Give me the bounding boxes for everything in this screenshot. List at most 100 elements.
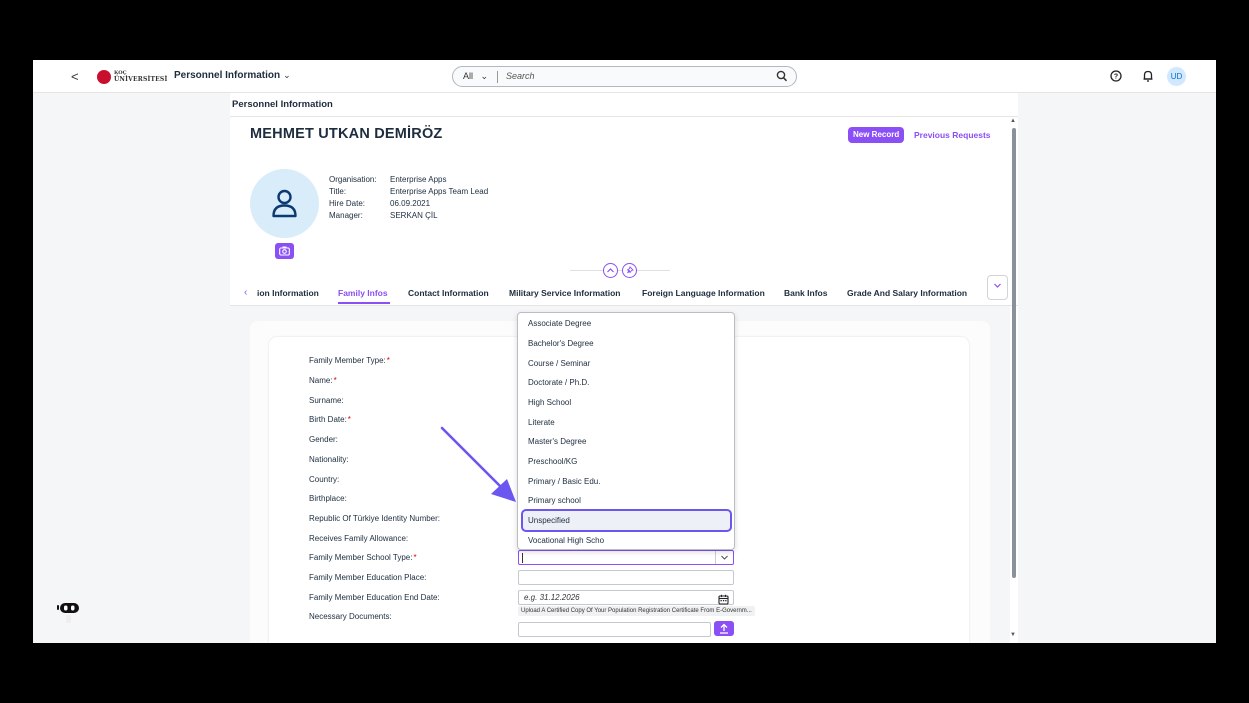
change-photo-button[interactable] xyxy=(275,243,294,259)
field-label-text: Birth Date: xyxy=(309,415,347,424)
scroll-down-icon[interactable]: ▼ xyxy=(1010,632,1016,638)
app-screen: < KOÇ ÜNİVERSİTESİ Personnel Information… xyxy=(33,60,1216,643)
logo-line-2: ÜNİVERSİTESİ xyxy=(114,76,168,83)
chevron-down-icon xyxy=(721,555,728,560)
tab-grade-and-salary-information[interactable]: Grade And Salary Information xyxy=(847,288,967,298)
option-associate-degree[interactable]: Associate Degree xyxy=(528,319,591,328)
page-breadcrumb: Personnel Information xyxy=(232,99,333,110)
label-education-end-date: Family Member Education End Date: xyxy=(309,593,440,602)
required-marker: * xyxy=(333,376,337,385)
shell-bar: < KOÇ ÜNİVERSİTESİ Personnel Information… xyxy=(33,60,1216,93)
label-nationality: Nationality: xyxy=(309,455,349,464)
scroll-up-icon[interactable]: ▲ xyxy=(1010,118,1016,124)
option-high-school[interactable]: High School xyxy=(528,398,571,407)
search-icon[interactable] xyxy=(776,69,788,88)
info-value: Enterprise Apps Team Lead xyxy=(390,187,489,196)
svg-text:?: ? xyxy=(1114,74,1118,81)
label-necessary-documents: Necessary Documents: xyxy=(309,612,392,621)
tab-education-information[interactable]: ion Information xyxy=(257,288,319,298)
option-doctorate[interactable]: Doctorate / Ph.D. xyxy=(528,378,589,387)
collapse-header-button[interactable] xyxy=(603,263,618,278)
university-logo[interactable]: KOÇ ÜNİVERSİTESİ xyxy=(97,69,167,85)
back-icon[interactable]: < xyxy=(71,69,79,84)
search-scope-label: All xyxy=(463,71,474,81)
option-preschool-kg[interactable]: Preschool/KG xyxy=(528,457,577,466)
info-label: Organisation: xyxy=(329,175,377,184)
app-title: Personnel Information xyxy=(174,70,281,81)
label-family-allowance: Receives Family Allowance: xyxy=(309,534,409,543)
user-avatar[interactable]: UD xyxy=(1167,67,1186,86)
search-scope-select[interactable]: All ⌄ xyxy=(463,71,488,82)
logo-emblem-icon xyxy=(97,70,111,84)
page-scrollbar[interactable]: ▲ ▼ xyxy=(1010,118,1017,643)
camera-icon xyxy=(279,246,290,256)
pin-icon xyxy=(626,266,634,274)
person-icon xyxy=(272,189,297,218)
education-end-date-input[interactable]: e.g. 31.12.2026 xyxy=(518,590,734,605)
dropdown-toggle[interactable] xyxy=(715,551,733,564)
text-cursor xyxy=(522,553,523,563)
search-input[interactable]: Search xyxy=(506,71,535,81)
tab-scroll-left-icon[interactable]: ‹ xyxy=(244,287,247,298)
header-collapse-line xyxy=(570,270,670,271)
previous-requests-link[interactable]: Previous Requests xyxy=(914,130,991,140)
school-type-select[interactable] xyxy=(518,550,734,565)
upload-hint: Upload A Certified Copy Of Your Populati… xyxy=(518,606,755,616)
app-title-menu[interactable]: Personnel Information ⌄ xyxy=(174,70,291,81)
search-separator xyxy=(497,71,498,83)
upload-button[interactable] xyxy=(714,621,734,636)
info-label: Hire Date: xyxy=(329,199,366,208)
divider xyxy=(230,116,1018,117)
field-label-text: Name: xyxy=(309,376,333,385)
active-tab-indicator xyxy=(338,302,390,304)
annotation-arrow-icon xyxy=(440,426,516,502)
field-label-text: Family Member School Type: xyxy=(309,553,413,562)
label-identity-number: Republic Of Türkiye Identity Number: xyxy=(309,514,441,523)
option-masters-degree[interactable]: Master's Degree xyxy=(528,437,586,446)
chevron-down-icon: ⌄ xyxy=(283,70,291,80)
employee-name: MEHMET UTKAN DEMİRÖZ xyxy=(250,126,443,142)
tab-foreign-language-information[interactable]: Foreign Language Information xyxy=(642,288,765,298)
school-type-dropdown: Associate Degree Bachelor's Degree Cours… xyxy=(517,312,735,550)
document-file-input[interactable] xyxy=(518,622,711,637)
info-label: Title: xyxy=(329,187,347,196)
profile-photo xyxy=(250,169,319,238)
date-placeholder: e.g. 31.12.2026 xyxy=(524,593,580,602)
option-primary-school[interactable]: Primary school xyxy=(528,496,581,505)
label-education-place: Family Member Education Place: xyxy=(309,573,427,582)
label-name: Name:* xyxy=(309,376,337,385)
bell-icon[interactable] xyxy=(1141,67,1155,90)
chevron-down-icon xyxy=(994,283,1001,288)
label-birth-date: Birth Date:* xyxy=(309,415,351,424)
assistant-mascot-icon[interactable] xyxy=(56,602,82,624)
label-family-member-type: Family Member Type:* xyxy=(309,356,390,365)
info-value: 06.09.2021 xyxy=(390,199,431,208)
option-primary-basic-edu[interactable]: Primary / Basic Edu. xyxy=(528,477,600,486)
tab-bank-infos[interactable]: Bank Infos xyxy=(784,288,827,298)
field-label-text: Family Member Type: xyxy=(309,356,386,365)
tab-family-infos[interactable]: Family Infos xyxy=(338,288,388,298)
scrollbar-thumb[interactable] xyxy=(1012,128,1016,578)
label-country: Country: xyxy=(309,475,340,484)
info-label: Manager: xyxy=(329,211,363,220)
help-icon[interactable]: ? xyxy=(1109,67,1123,90)
option-course-seminar[interactable]: Course / Seminar xyxy=(528,359,590,368)
search-bar: All ⌄ Search xyxy=(452,66,797,87)
info-value: SERKAN ÇİL xyxy=(390,211,438,220)
tab-military-service-information[interactable]: Military Service Information xyxy=(509,288,620,298)
option-bachelors-degree[interactable]: Bachelor's Degree xyxy=(528,339,594,348)
option-unspecified[interactable]: Unspecified xyxy=(528,516,570,525)
education-place-input[interactable] xyxy=(518,570,734,585)
new-record-button[interactable]: New Record xyxy=(848,127,905,143)
label-birthplace: Birthplace: xyxy=(309,494,347,503)
option-vocational-high-school[interactable]: Vocational High Scho xyxy=(528,536,604,545)
chevron-up-icon xyxy=(607,268,614,273)
required-marker: * xyxy=(386,356,390,365)
pin-header-button[interactable] xyxy=(622,263,637,278)
upload-icon xyxy=(720,623,728,634)
info-value: Enterprise Apps xyxy=(390,175,447,184)
label-gender: Gender: xyxy=(309,435,338,444)
required-marker: * xyxy=(347,415,351,424)
tab-contact-information[interactable]: Contact Information xyxy=(408,288,489,298)
tab-overflow-button[interactable] xyxy=(987,275,1008,300)
